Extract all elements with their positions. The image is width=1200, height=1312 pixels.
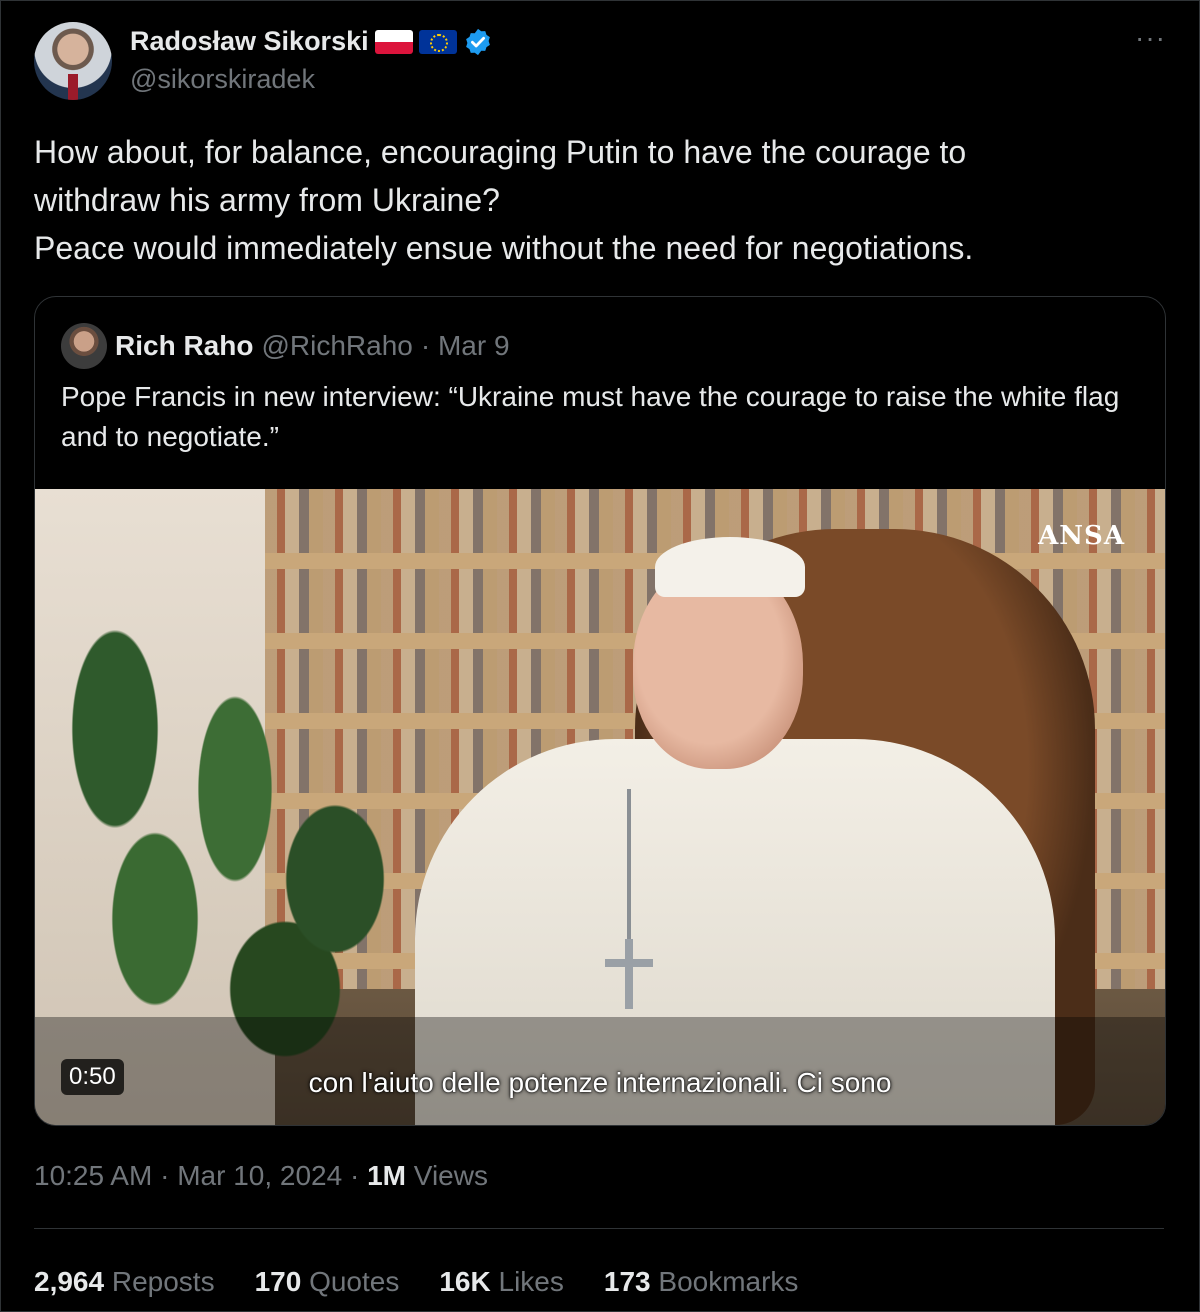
- tweet-stats: 2,964 Reposts 170 Quotes 16K Likes 173 B…: [34, 1266, 798, 1298]
- author-handle[interactable]: @sikorskiradek: [130, 64, 315, 95]
- tweet-header: Radosław Sikorski @sikorskiradek ···: [34, 22, 1166, 102]
- views-count: 1M: [367, 1160, 406, 1191]
- tweet-time[interactable]: 10:25 AM: [34, 1160, 152, 1191]
- video-watermark: ANSA: [1038, 521, 1125, 551]
- video-person-cap: [655, 537, 805, 597]
- tweet-text: How about, for balance, encouraging Puti…: [34, 134, 974, 266]
- quoted-author-name[interactable]: Rich Raho: [115, 330, 253, 362]
- more-options-icon[interactable]: ···: [1135, 22, 1166, 54]
- tweet-meta: 10:25 AM · Mar 10, 2024 · 1M Views: [34, 1160, 488, 1192]
- likes-label: Likes: [490, 1266, 564, 1297]
- likes-count: 16K: [439, 1266, 491, 1297]
- video-duration-badge: 0:50: [61, 1059, 124, 1095]
- quotes-label: Quotes: [301, 1266, 400, 1297]
- reposts-stat[interactable]: 2,964 Reposts: [34, 1266, 215, 1298]
- poland-flag-icon: [374, 29, 413, 54]
- bookmarks-stat[interactable]: 173 Bookmarks: [604, 1266, 799, 1298]
- author-name[interactable]: Radosław Sikorski: [130, 26, 369, 57]
- quoted-tweet-header: Rich Raho @RichRaho · Mar 9: [61, 323, 510, 369]
- reposts-count: 2,964: [34, 1266, 105, 1297]
- quotes-stat[interactable]: 170 Quotes: [255, 1266, 400, 1298]
- quoted-tweet-date[interactable]: · Mar 9: [421, 330, 510, 362]
- tweet-date[interactable]: Mar 10, 2024: [177, 1160, 342, 1191]
- meta-separator: ·: [152, 1160, 178, 1191]
- meta-separator: ·: [342, 1160, 368, 1191]
- likes-stat[interactable]: 16K Likes: [439, 1266, 564, 1298]
- quoted-tweet[interactable]: Rich Raho @RichRaho · Mar 9 Pope Francis…: [34, 296, 1166, 1126]
- author-name-row: Radosław Sikorski: [130, 26, 493, 57]
- bookmarks-count: 173: [603, 1266, 651, 1297]
- quotes-count: 170: [254, 1266, 302, 1297]
- video-pectoral-cross: [605, 939, 653, 1009]
- video-subtitle: con l'aiuto delle potenze internazionali…: [308, 1067, 892, 1098]
- video-player[interactable]: ANSA con l'aiuto delle potenze internazi…: [35, 489, 1165, 1125]
- quoted-tweet-text: Pope Francis in new interview: “Ukraine …: [61, 381, 1120, 452]
- quoted-author-handle[interactable]: @RichRaho: [261, 330, 412, 362]
- divider: [34, 1228, 1164, 1229]
- author-avatar[interactable]: [34, 22, 112, 100]
- verified-badge-icon[interactable]: [463, 27, 493, 57]
- eu-flag-icon: [418, 29, 457, 54]
- quoted-author-avatar[interactable]: [61, 323, 107, 369]
- views-label: Views: [406, 1160, 488, 1191]
- reposts-label: Reposts: [104, 1266, 215, 1297]
- bookmarks-label: Bookmarks: [650, 1266, 799, 1297]
- video-cross-chain: [627, 789, 631, 939]
